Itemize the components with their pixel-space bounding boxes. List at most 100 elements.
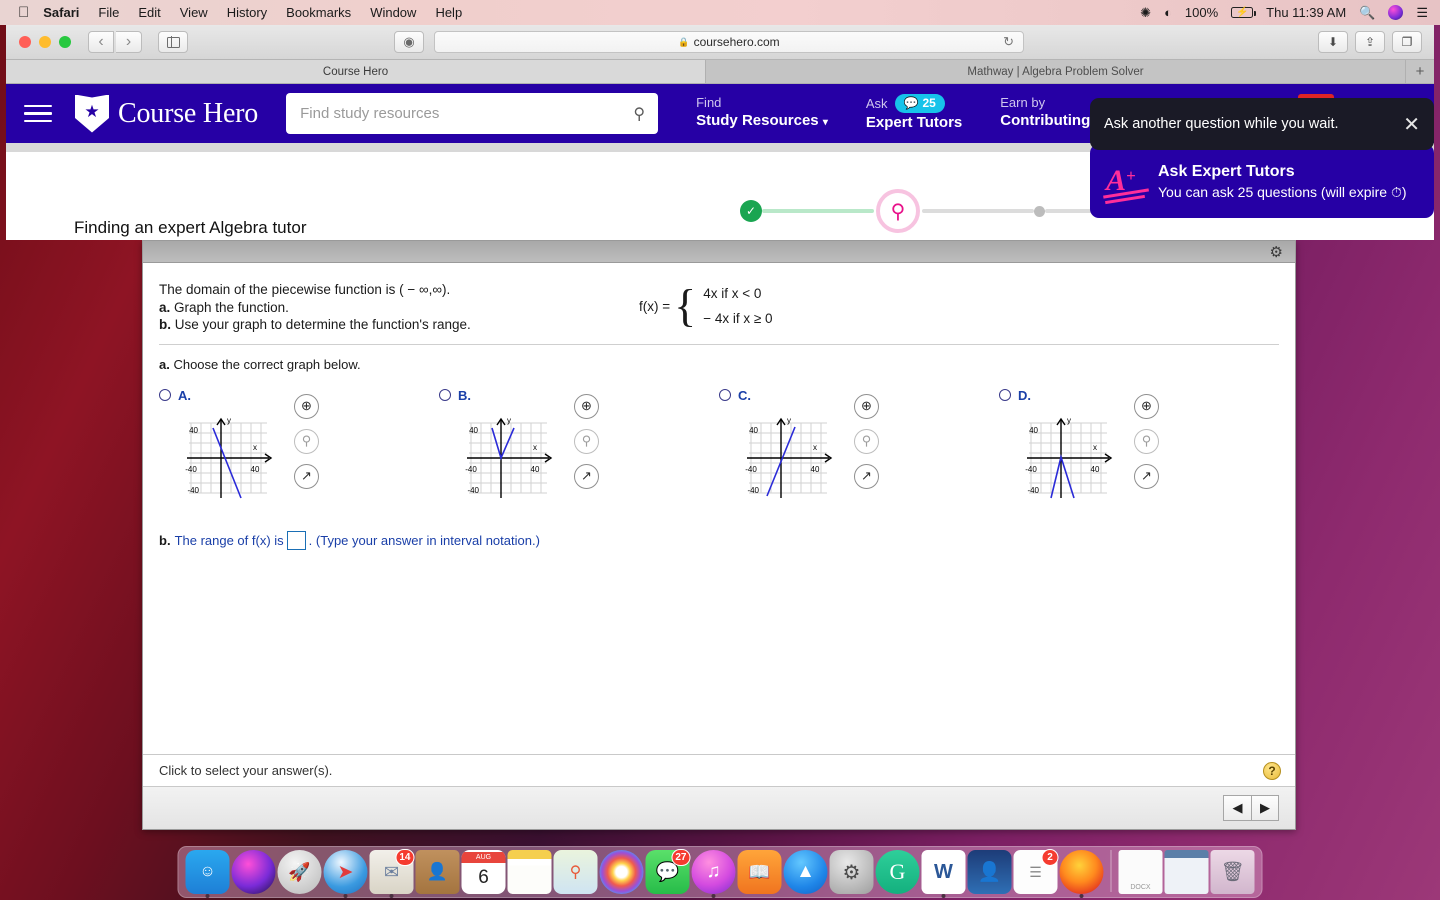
popup-cta-card[interactable]: A+ Ask Expert Tutors You can ask 25 ques… [1090, 144, 1434, 218]
window-controls[interactable] [6, 36, 71, 48]
minimize-window-button[interactable] [39, 36, 51, 48]
dock-item-finder[interactable]: ☺ [185, 850, 230, 898]
question-mark-icon[interactable]: ? [1263, 761, 1281, 780]
menu-item-help[interactable]: Help [435, 5, 462, 20]
radio-button-d[interactable] [999, 389, 1011, 401]
dock-item-calendar[interactable]: AUG 6 [461, 850, 506, 894]
menu-item-window[interactable]: Window [370, 5, 416, 20]
menu-item-edit[interactable]: Edit [138, 5, 160, 20]
zoom-out-icon[interactable]: ⚲ [854, 428, 879, 454]
dock-item-document-docx[interactable]: DOCX [1118, 850, 1163, 894]
header-nav: Find Study Resources ▾ Ask 💬 25 Expert Tut… [696, 94, 1099, 133]
battery-charging-icon[interactable]: ⚡ [1231, 7, 1256, 18]
dock-divider [1110, 850, 1112, 892]
nav-find-study-resources[interactable]: Find Study Resources ▾ [696, 94, 828, 133]
option-b-letter: B. [458, 387, 471, 403]
zoom-out-icon[interactable]: ⚲ [1134, 428, 1159, 454]
browser-tab-mathway[interactable]: Mathway | Algebra Problem Solver [706, 60, 1406, 83]
radio-button-b[interactable] [439, 389, 451, 401]
course-hero-logo[interactable]: ★ Course Hero [75, 94, 258, 133]
option-d[interactable]: D. y x 40 -40 -40 40 ⊕ ⚲ ↗ [999, 388, 1279, 505]
zoom-in-icon[interactable]: ⊕ [1134, 393, 1159, 419]
dock-item-downloads-stack[interactable] [1164, 850, 1209, 894]
dock-item-grammarly[interactable]: G [875, 850, 920, 894]
open-external-icon[interactable]: ↗ [1134, 463, 1159, 489]
wifi-icon[interactable]: ◐ [1164, 5, 1172, 20]
dock-item-reminders[interactable]: ☰ 2 [1013, 849, 1059, 894]
search-icon[interactable]: 🔍 [1359, 5, 1375, 21]
menu-item-safari[interactable]: Safari [43, 5, 79, 20]
apple-icon[interactable]:  [18, 5, 29, 20]
downloads-button[interactable]: ⬇ [1318, 31, 1348, 53]
dock-item-trash[interactable]: 🗑 [1210, 850, 1255, 894]
siri-icon[interactable] [1388, 5, 1404, 20]
reader-mode-button[interactable]: ◉ [394, 31, 424, 53]
share-button[interactable]: ⇪ [1355, 31, 1385, 53]
zoom-out-icon[interactable]: ⚲ [574, 428, 599, 454]
nav-earn-by-contributing[interactable]: Earn by Contributing ▾ [1000, 94, 1099, 133]
dock-item-messages[interactable]: 💬 27 [645, 849, 691, 894]
menu-bar-clock[interactable]: Thu 11:39 AM [1266, 5, 1346, 20]
graph-b[interactable]: y x 40 -40 -40 40 [449, 410, 559, 505]
dock-item-mail[interactable]: ✉ 14 [369, 849, 415, 898]
dock-item-kindle[interactable]: 👤 [967, 850, 1012, 894]
address-bar[interactable]: 🔒 coursehero.com ↻ [434, 31, 1024, 53]
previous-question-button[interactable]: ◀ [1223, 795, 1251, 821]
dock-item-ibooks[interactable]: 📖 [737, 850, 782, 894]
zoom-out-icon[interactable]: ⚲ [294, 428, 319, 454]
open-external-icon[interactable]: ↗ [854, 463, 879, 489]
radio-button-a[interactable] [159, 389, 171, 401]
open-external-icon[interactable]: ↗ [574, 463, 599, 489]
close-window-button[interactable] [19, 36, 31, 48]
dock-item-safari[interactable]: ➤ [323, 850, 368, 898]
dock-item-launchpad[interactable]: 🚀 [277, 850, 322, 894]
forward-button[interactable]: › [116, 31, 142, 53]
option-a[interactable]: A. y x 40 -40 -40 40 ⊕ ⚲ ↗ [159, 388, 439, 505]
zoom-in-icon[interactable]: ⊕ [294, 393, 319, 419]
option-b[interactable]: B. y x 40 -40 -40 40 ⊕ ⚲ ↗ [439, 388, 719, 505]
dock-item-contacts[interactable]: 👤 [415, 850, 460, 894]
dock-item-word[interactable]: W [921, 850, 966, 898]
menu-item-view[interactable]: View [180, 5, 208, 20]
nav-study-resources-label: Study Resources [696, 112, 819, 129]
dock-item-notes[interactable] [507, 850, 552, 894]
range-answer-input[interactable] [286, 530, 306, 550]
maximize-window-button[interactable] [59, 36, 71, 48]
option-c[interactable]: C. y x 40 -40 -40 40 ⊕ ⚲ ↗ [719, 388, 999, 505]
dock-item-app-store[interactable]: ▲ [783, 850, 828, 894]
search-box[interactable]: ⚲ [286, 93, 659, 134]
new-tab-button[interactable]: + [1406, 60, 1434, 83]
graph-a[interactable]: y x 40 -40 -40 40 [169, 410, 279, 505]
radio-button-c[interactable] [719, 389, 731, 401]
gear-icon[interactable]: ⚙ [1270, 243, 1283, 261]
menu-item-bookmarks[interactable]: Bookmarks [286, 5, 351, 20]
back-button[interactable]: ‹ [88, 31, 114, 53]
search-icon[interactable]: ⚲ [633, 104, 645, 124]
nav-ask-expert-tutors[interactable]: Ask 💬 25 Expert Tutors [866, 94, 962, 133]
graph-d[interactable]: y x 40 -40 -40 40 [1009, 410, 1119, 505]
tab-overview-button[interactable]: ❐ [1392, 31, 1422, 53]
open-external-icon[interactable]: ↗ [294, 463, 319, 489]
hamburger-icon[interactable] [24, 100, 52, 128]
next-question-button[interactable]: ▶ [1251, 795, 1279, 821]
dock-item-itunes[interactable]: ♫ [691, 850, 736, 898]
navigation-buttons[interactable]: ‹ › [88, 31, 142, 53]
reload-icon[interactable]: ↻ [1003, 34, 1014, 50]
graph-c[interactable]: y x 40 -40 -40 40 [729, 410, 839, 505]
list-icon[interactable]: ☰ [1416, 5, 1428, 21]
dock-item-system-preferences[interactable]: ⚙ [829, 850, 874, 894]
dock-item-maps[interactable]: ⚲ [553, 850, 598, 894]
browser-tab-course-hero[interactable]: Course Hero [6, 60, 706, 83]
dock-item-photos[interactable] [599, 850, 644, 894]
menu-item-file[interactable]: File [98, 5, 119, 20]
bluetooth-icon[interactable]: ✺ [1140, 5, 1151, 21]
sidebar-toggle-button[interactable] [158, 31, 188, 53]
zoom-in-icon[interactable]: ⊕ [574, 393, 599, 419]
menu-item-history[interactable]: History [227, 5, 267, 20]
zoom-in-icon[interactable]: ⊕ [854, 393, 879, 419]
download-icon: ⬇ [1327, 35, 1339, 49]
search-input[interactable] [300, 105, 645, 122]
close-icon[interactable]: ✕ [1403, 112, 1420, 137]
dock-item-siri[interactable] [231, 850, 276, 894]
dock-item-firefox[interactable] [1059, 850, 1104, 898]
